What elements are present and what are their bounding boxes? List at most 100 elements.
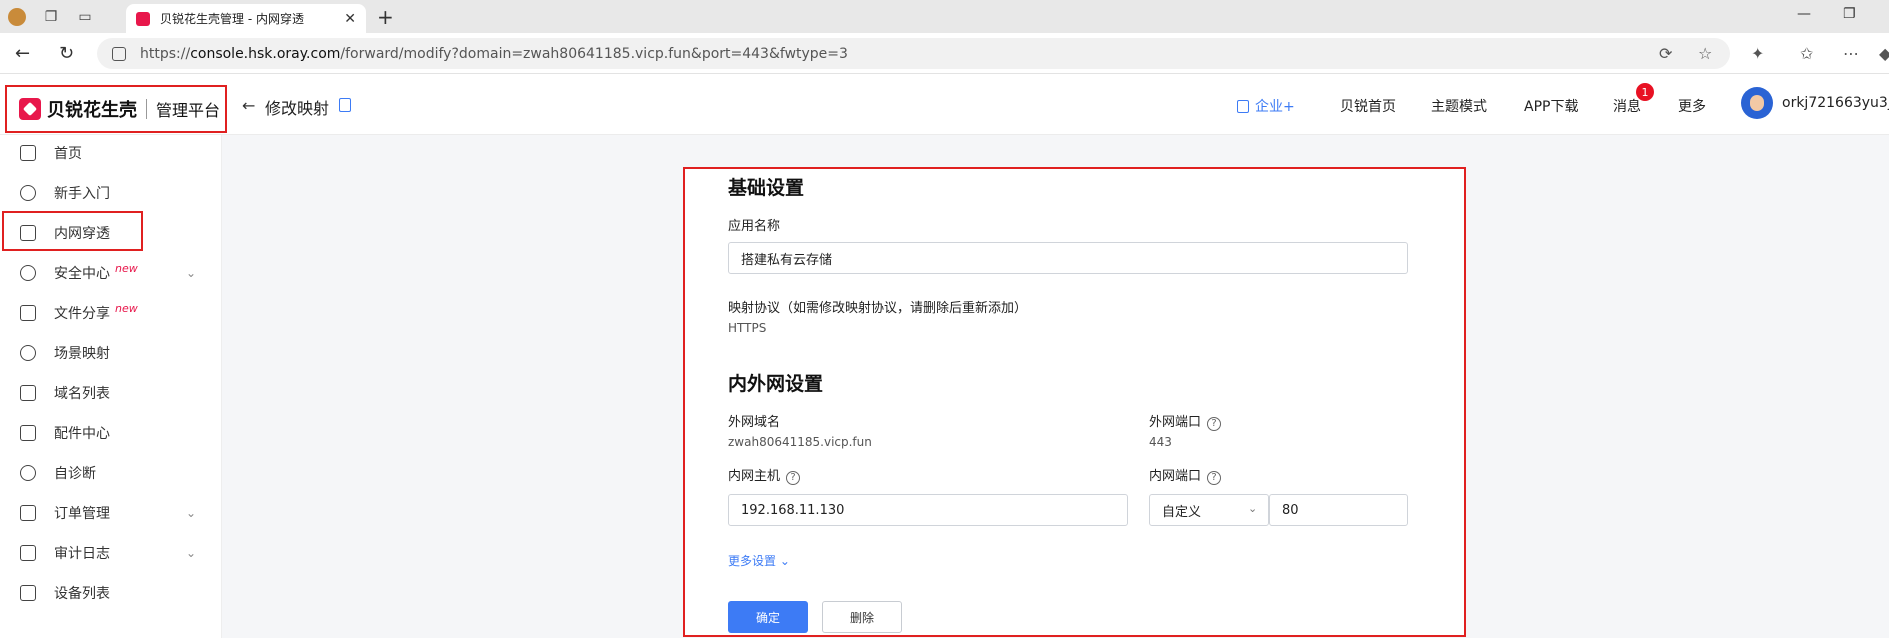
app-name-label: 应用名称 (728, 219, 781, 234)
internal-port-input[interactable]: 80 (1269, 494, 1408, 526)
chevron-down-icon[interactable]: ⌄ (186, 546, 196, 560)
new-tab-button[interactable]: + (377, 5, 394, 29)
network-settings-title: 内外网设置 (728, 373, 824, 395)
nav-app-download[interactable]: APP下载 (1524, 96, 1578, 116)
sidebar-item-self-diagnosis[interactable]: 自诊断 (0, 453, 222, 493)
more-settings-link[interactable]: 更多设置 ⌄ (728, 552, 790, 569)
protocol-label: 映射协议（如需修改映射协议，请删除后重新添加） (728, 301, 1028, 316)
enterprise-label: 企业+ (1255, 99, 1295, 115)
favorites-list-icon[interactable]: ✩ (1800, 44, 1813, 63)
sidebar-item-scene-mapping[interactable]: 场景映射 (0, 333, 222, 373)
enterprise-nav[interactable]: 企业+ (1237, 96, 1295, 116)
sidebar-item-audit-log[interactable]: 审计日志 ⌄ (0, 533, 222, 573)
internal-port-mode-value: 自定义 (1162, 504, 1202, 520)
shield-icon (20, 265, 36, 281)
collections-icon[interactable]: ❐ (40, 6, 62, 28)
url-host: console.hsk.oray.com (190, 45, 341, 62)
sidebar-item-label: 订单管理 (54, 506, 110, 522)
external-domain-value: zwah80641185.vicp.fun (728, 435, 872, 449)
back-button[interactable]: ← (242, 96, 255, 115)
enterprise-icon (1237, 100, 1249, 113)
app-header: 贝锐花生壳 管理平台 ← 修改映射 企业+ 贝锐首页 主题模式 APP下载 消息… (0, 74, 1889, 135)
restore-icon[interactable]: ❐ (1843, 6, 1856, 22)
sidebar-item-devices[interactable]: 设备列表 (0, 573, 222, 613)
app-name-input[interactable]: 搭建私有云存储 (728, 242, 1408, 274)
username[interactable]: orkj721663yu3j1r (1782, 95, 1889, 111)
minimize-icon[interactable]: — (1797, 6, 1811, 22)
favorite-star-icon[interactable]: ☆ (1698, 44, 1712, 63)
chevron-down-icon[interactable]: ⌄ (186, 506, 196, 520)
sidebar-item-label: 首页 (54, 146, 82, 162)
nav-messages[interactable]: 消息 (1613, 96, 1641, 116)
back-arrow-icon[interactable]: ← (15, 43, 30, 64)
more-menu-icon[interactable]: ⋯ (1843, 44, 1859, 63)
scene-icon (20, 345, 36, 361)
sidebar-item-getting-started[interactable]: 新手入门 (0, 173, 222, 213)
logo-text: 贝锐花生壳 (47, 100, 137, 121)
folder-icon (20, 305, 36, 321)
sidebar-item-label: 场景映射 (54, 346, 110, 362)
chevron-down-icon[interactable]: ⌄ (186, 266, 196, 280)
chevron-down-icon[interactable]: ⌄ (1248, 502, 1257, 515)
copilot-icon[interactable]: ◆ (1879, 44, 1889, 63)
browser-tab-bar: ❐ ▭ 贝锐花生壳管理 - 内网穿透 ✕ + — ❐ (0, 0, 1889, 33)
help-icon[interactable]: ? (1207, 416, 1222, 431)
sidebar-item-label: 设备列表 (54, 586, 110, 602)
sidebar-item-domain-list[interactable]: 域名列表 (0, 373, 222, 413)
external-port-value: 443 (1149, 435, 1172, 449)
help-icon[interactable]: ? (786, 470, 801, 485)
sidebar-item-security-center[interactable]: 安全中心 new ⌄ (0, 253, 222, 293)
url-path: /forward/modify?domain=zwah80641185.vicp… (340, 45, 848, 62)
internal-host-label: 内网主机? (728, 465, 801, 485)
translate-icon[interactable]: ⟳ (1659, 44, 1672, 63)
sidebar-item-home[interactable]: 首页 (0, 133, 222, 173)
sidebar-item-file-share[interactable]: 文件分享 new (0, 293, 222, 333)
logo-subtitle: 管理平台 (156, 101, 221, 120)
address-bar-row: ← ↻ https://console.hsk.oray.com/forward… (0, 33, 1889, 74)
chevron-down-icon: ⌄ (776, 554, 790, 568)
page-title: 修改映射 (265, 99, 330, 118)
site-favicon-icon (136, 11, 150, 26)
tab-actions-icon[interactable]: ▭ (74, 6, 96, 28)
refresh-icon[interactable]: ↻ (59, 43, 74, 64)
nav-theme-mode[interactable]: 主题模式 (1431, 96, 1487, 116)
tab-close-icon[interactable]: ✕ (344, 11, 356, 27)
delete-button[interactable]: 删除 (822, 601, 902, 633)
site-info-icon[interactable] (112, 46, 126, 61)
protocol-value: HTTPS (728, 321, 767, 335)
help-icon[interactable]: ? (1207, 470, 1222, 485)
document-icon[interactable] (339, 98, 351, 112)
sidebar-item-label: 审计日志 (54, 546, 110, 562)
monitor-icon (20, 585, 36, 601)
external-port-label: 外网端口? (1149, 411, 1222, 431)
sidebar-item-label: 配件中心 (54, 426, 110, 442)
message-count-badge: 1 (1636, 83, 1654, 101)
new-badge: new (115, 301, 138, 315)
lightbulb-icon (20, 185, 36, 201)
log-icon (20, 545, 36, 561)
brand-logo[interactable]: 贝锐花生壳 管理平台 (5, 85, 227, 133)
order-icon (20, 505, 36, 521)
browser-tab[interactable]: 贝锐花生壳管理 - 内网穿透 ✕ (126, 4, 366, 33)
internal-port-label-text: 内网端口 (1149, 469, 1202, 484)
user-avatar[interactable] (1741, 87, 1773, 119)
sidebar-item-accessories[interactable]: 配件中心 (0, 413, 222, 453)
new-badge: new (115, 261, 138, 275)
nav-oray-home[interactable]: 贝锐首页 (1340, 96, 1396, 116)
internal-host-input[interactable]: 192.168.11.130 (728, 494, 1128, 526)
internal-host-label-text: 内网主机 (728, 469, 781, 484)
sidebar-item-orders[interactable]: 订单管理 ⌄ (0, 493, 222, 533)
home-icon (20, 145, 36, 161)
sidebar-item-label: 文件分享 (54, 306, 110, 322)
confirm-button[interactable]: 确定 (728, 601, 808, 633)
diagnosis-icon (20, 465, 36, 481)
nav-more[interactable]: 更多 (1678, 96, 1706, 116)
extensions-icon[interactable]: ✦ (1751, 44, 1764, 63)
profile-avatar-icon[interactable] (6, 6, 28, 28)
url-field[interactable]: https://console.hsk.oray.com/forward/mod… (97, 38, 1730, 69)
more-settings-label: 更多设置 (728, 554, 777, 568)
domain-icon (20, 385, 36, 401)
external-domain-label: 外网域名 (728, 415, 781, 430)
external-port-label-text: 外网端口 (1149, 415, 1202, 430)
sidebar-item-label: 域名列表 (54, 386, 110, 402)
